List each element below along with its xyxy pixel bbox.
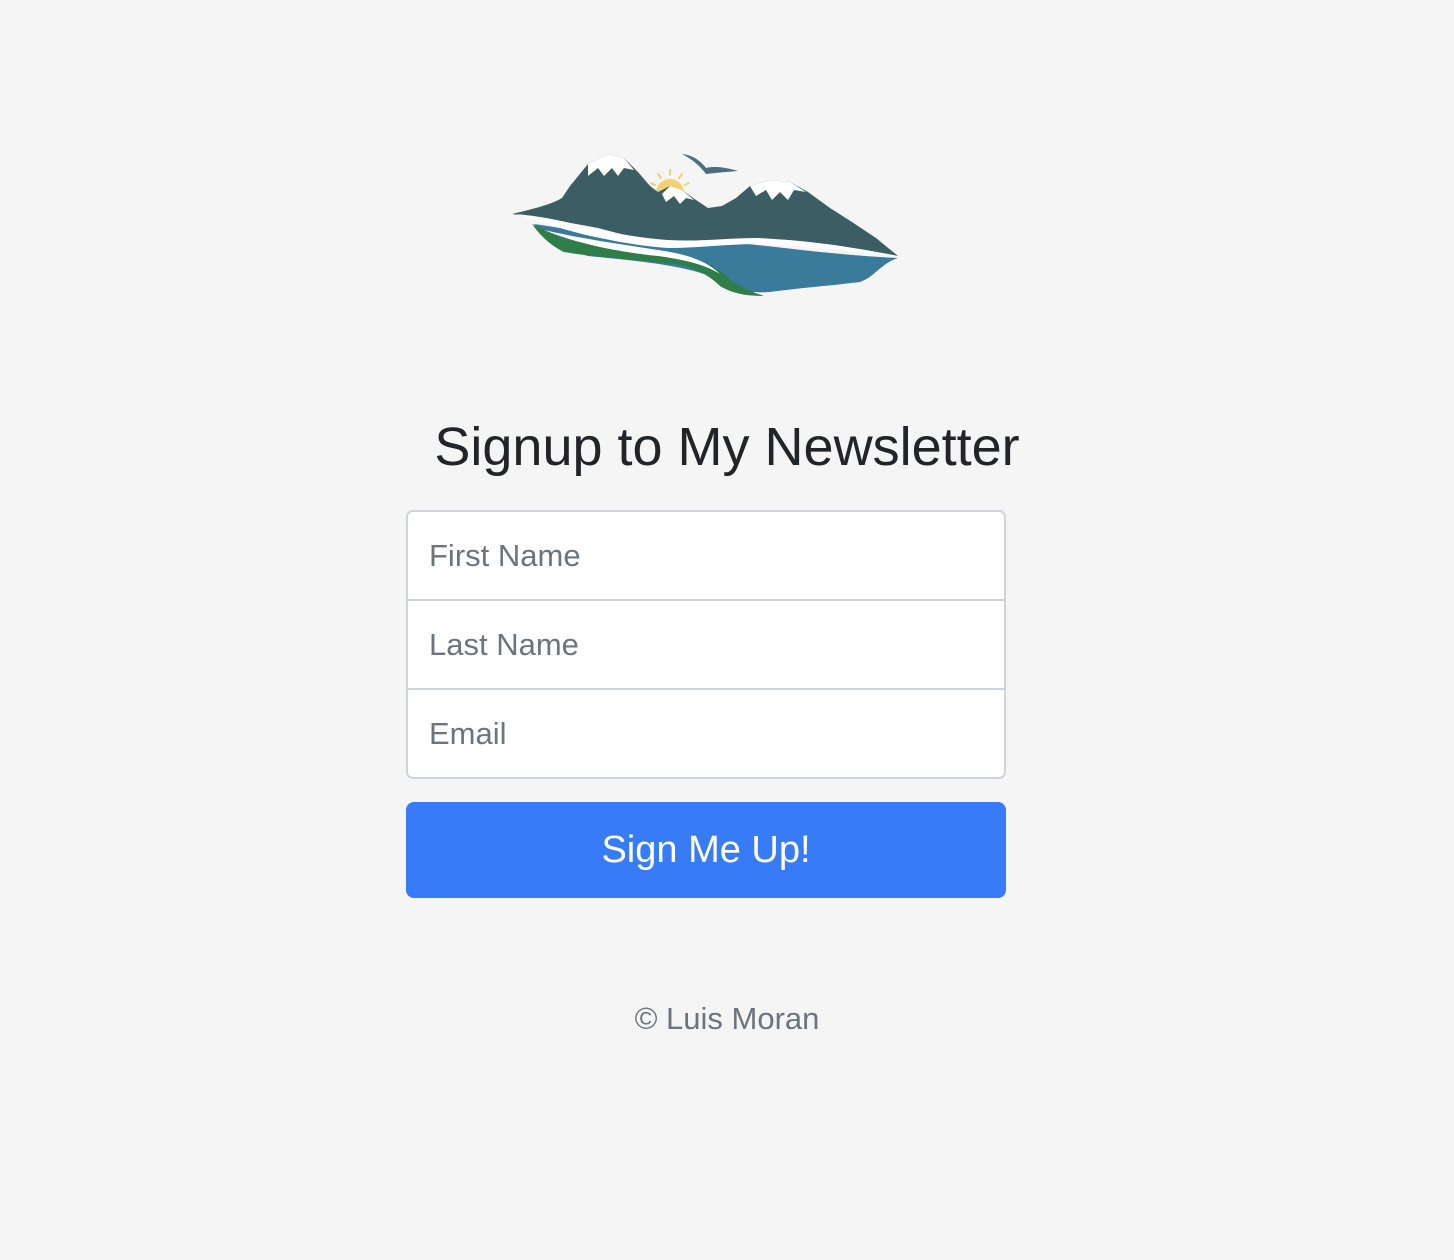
footer-copyright: © Luis Moran: [634, 1001, 820, 1036]
form-title: Signup to My Newsletter: [434, 417, 1020, 477]
sign-me-up-button[interactable]: Sign Me Up!: [406, 802, 1006, 898]
last-name-input[interactable]: [406, 599, 1006, 690]
first-name-input[interactable]: [406, 510, 1006, 601]
mountains-lake-logo: [508, 146, 904, 302]
email-input[interactable]: [406, 688, 1006, 779]
mountains-logo-icon: [512, 154, 898, 296]
signup-fields: [406, 510, 1006, 782]
